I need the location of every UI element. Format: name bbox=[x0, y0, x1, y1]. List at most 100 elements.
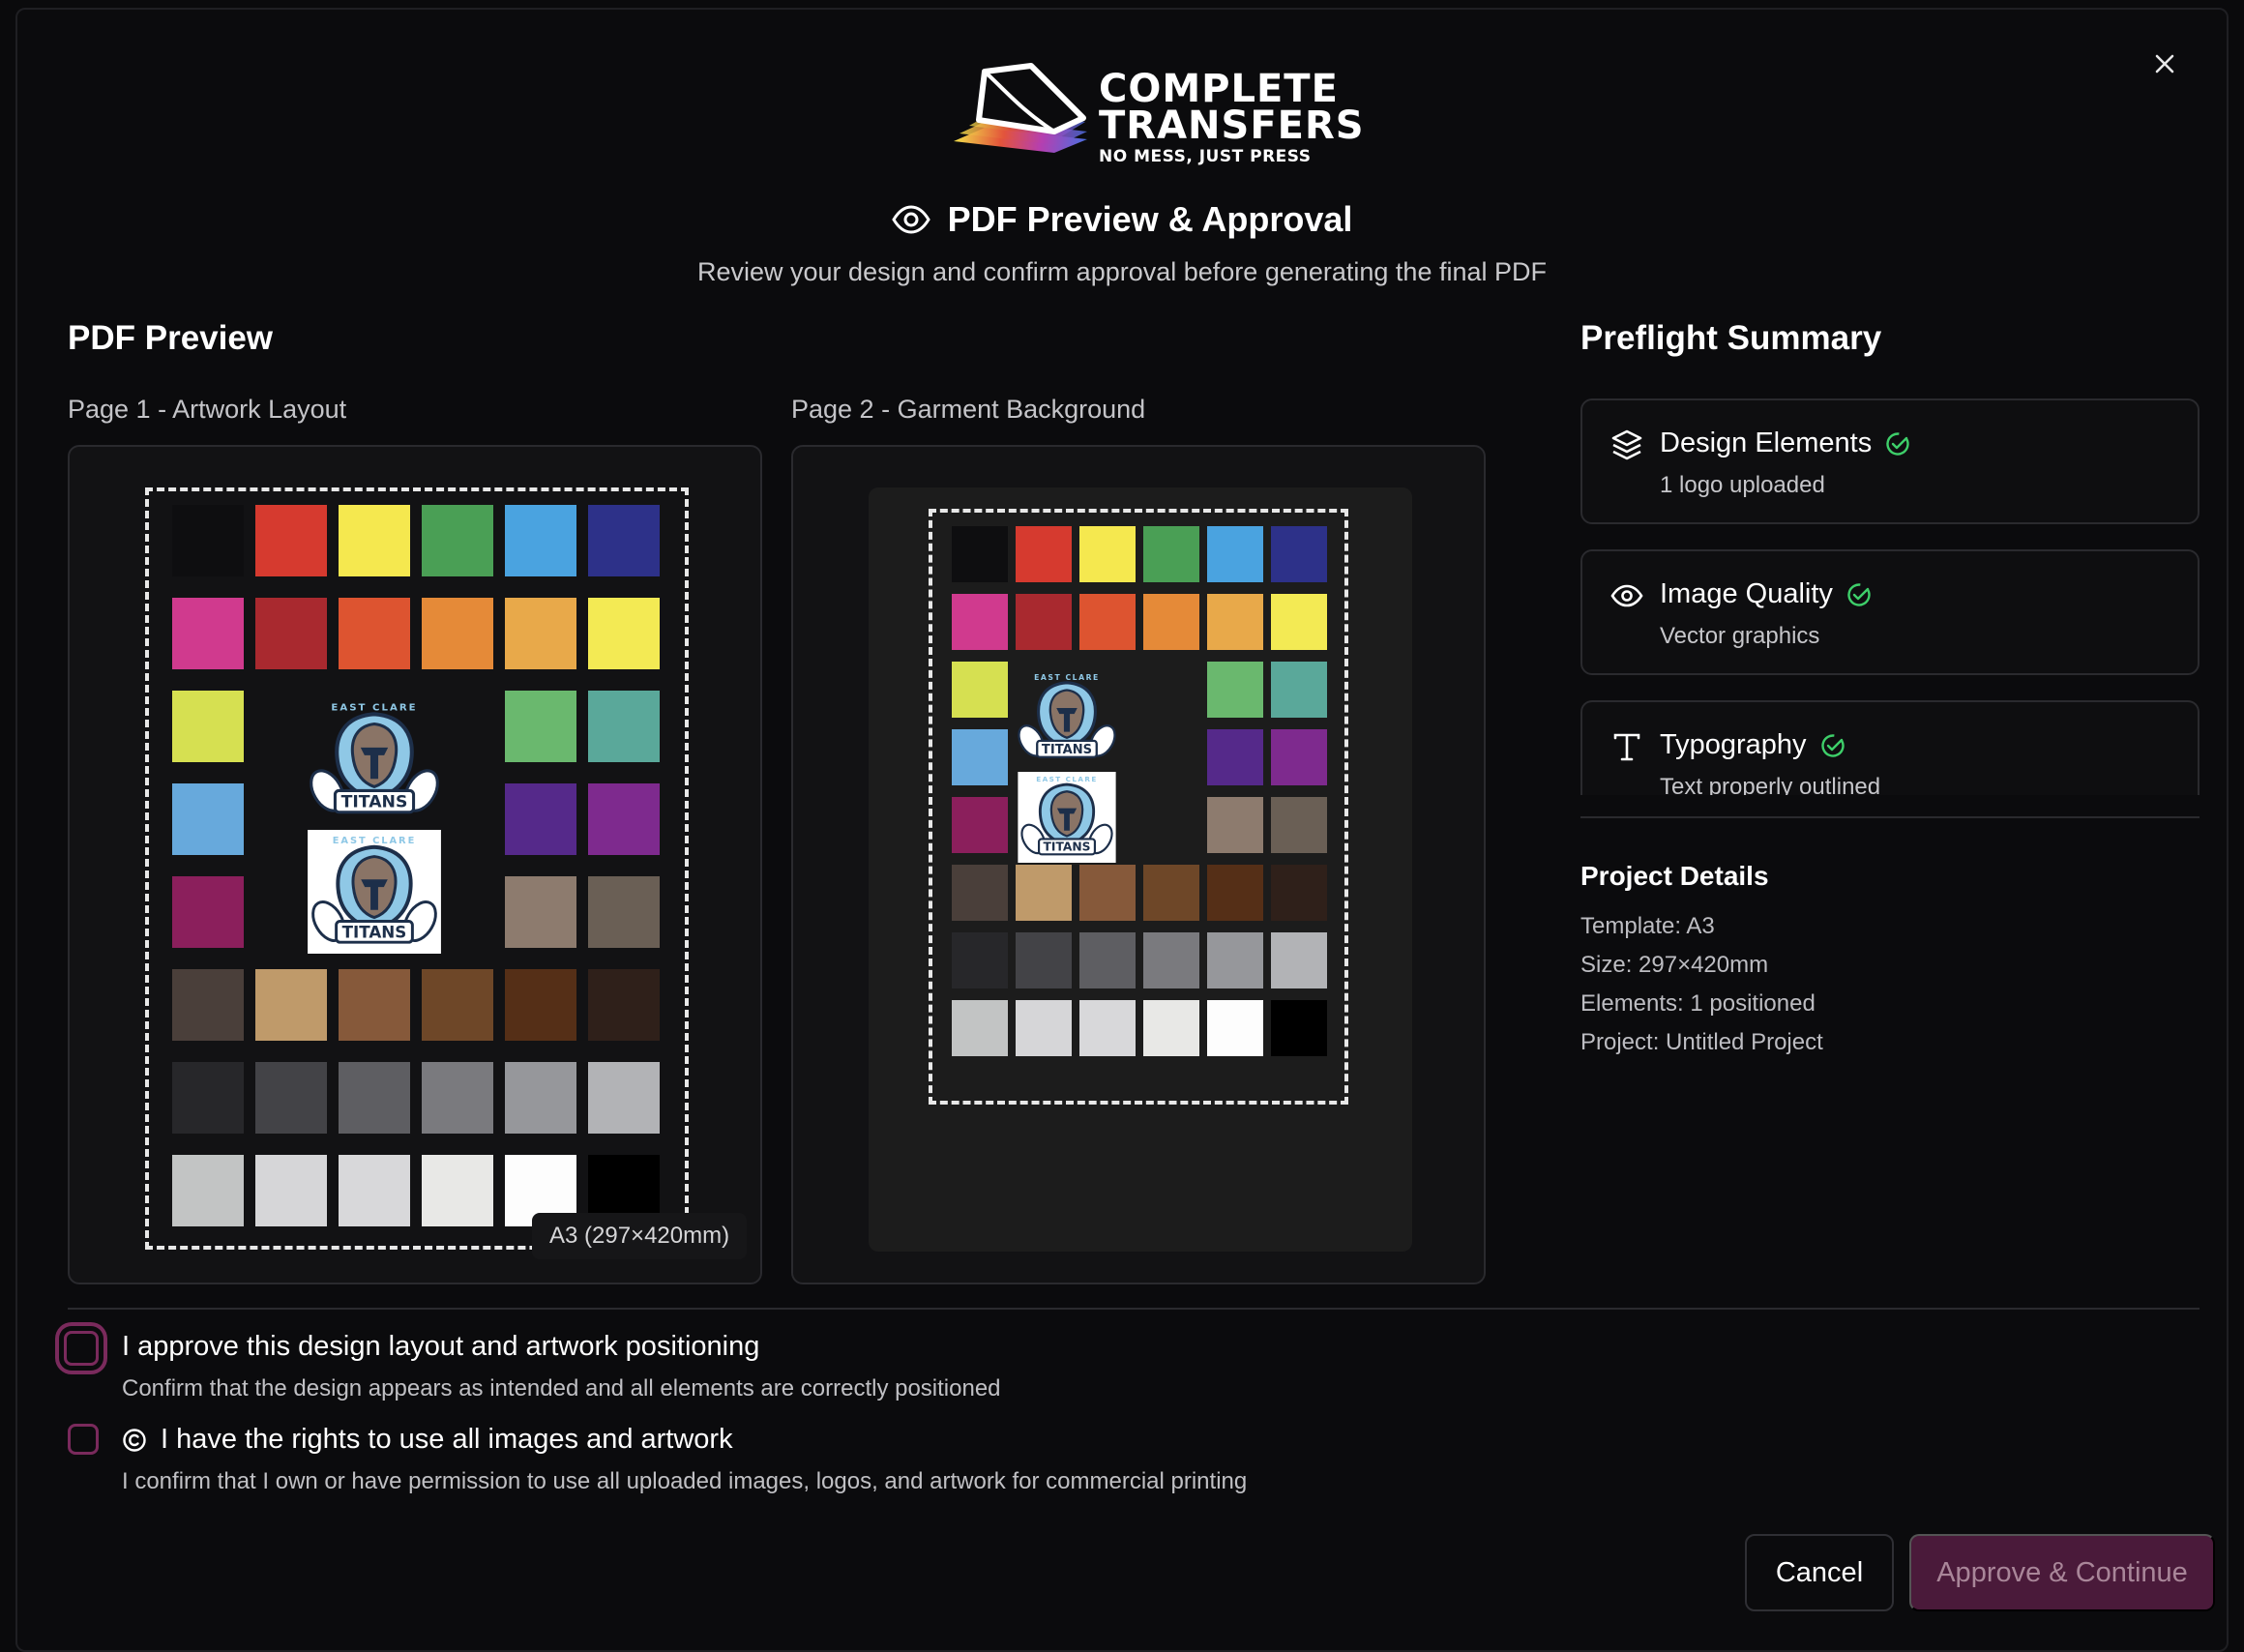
color-swatch bbox=[422, 969, 493, 1041]
type-icon bbox=[1613, 733, 1640, 761]
svg-text:EAST CLARE: EAST CLARE bbox=[333, 836, 417, 846]
rights-label[interactable]: I have the rights to use all images and … bbox=[122, 1424, 733, 1456]
color-swatch bbox=[339, 598, 410, 669]
color-swatch bbox=[505, 505, 576, 576]
color-swatch bbox=[952, 594, 1008, 650]
project-detail-project: Project: Untitled Project bbox=[1580, 1029, 1823, 1055]
preflight-item-sub: Text properly outlined bbox=[1660, 774, 1881, 795]
color-swatch bbox=[339, 1155, 410, 1226]
titans-logo-transparent: TITANS EAST CLARE bbox=[1014, 669, 1120, 771]
preflight-design-elements: Design Elements 1 logo uploaded bbox=[1580, 398, 2200, 524]
color-swatch bbox=[1143, 1000, 1199, 1056]
color-swatch bbox=[172, 876, 244, 948]
color-swatch bbox=[1207, 662, 1263, 718]
color-swatch bbox=[1079, 594, 1136, 650]
approve-layout-sub: Confirm that the design appears as inten… bbox=[122, 1375, 1001, 1401]
color-swatch bbox=[1079, 526, 1136, 582]
color-swatch bbox=[505, 783, 576, 855]
preflight-image-quality: Image Quality Vector graphics bbox=[1580, 549, 2200, 675]
color-swatch bbox=[172, 691, 244, 762]
color-swatch bbox=[172, 598, 244, 669]
color-swatch bbox=[1207, 729, 1263, 785]
approval-modal: COMPLETE TRANSFERS NO MESS, JUST PRESS P… bbox=[15, 8, 2229, 1652]
color-swatch bbox=[1016, 1000, 1072, 1056]
color-swatch bbox=[505, 691, 576, 762]
color-swatch bbox=[255, 1155, 327, 1226]
color-swatch bbox=[1207, 865, 1263, 921]
color-swatch bbox=[588, 1062, 660, 1134]
approve-layout-label[interactable]: I approve this design layout and artwork… bbox=[122, 1331, 759, 1363]
preflight-divider bbox=[1580, 816, 2200, 818]
color-swatch bbox=[1271, 526, 1327, 582]
page-2-preview: TITANS EAST CLARE TITANS EAST CLARE bbox=[791, 445, 1486, 1284]
color-swatch bbox=[1207, 594, 1263, 650]
pdf-preview-heading: PDF Preview bbox=[68, 319, 274, 357]
color-swatch bbox=[1016, 932, 1072, 988]
titans-logo-icon: TITANS EAST CLARE bbox=[1018, 772, 1116, 863]
preflight-typography: Typography Text properly outlined bbox=[1580, 700, 2200, 795]
approve-layout-checkbox[interactable] bbox=[64, 1331, 99, 1366]
brand-tagline: NO MESS, JUST PRESS bbox=[1099, 147, 1312, 166]
color-swatch bbox=[1207, 932, 1263, 988]
titans-logo-white: TITANS EAST CLARE bbox=[306, 830, 443, 959]
color-swatch bbox=[422, 1062, 493, 1134]
close-button[interactable] bbox=[2143, 43, 2186, 85]
modal-title: PDF Preview & Approval bbox=[947, 199, 1353, 239]
color-swatch bbox=[1271, 1000, 1327, 1056]
svg-text:EAST CLARE: EAST CLARE bbox=[331, 702, 417, 713]
svg-text:TITANS: TITANS bbox=[1044, 841, 1091, 854]
color-swatch bbox=[1271, 865, 1327, 921]
color-swatch bbox=[952, 797, 1008, 853]
approve-layout-text: I approve this design layout and artwork… bbox=[122, 1331, 760, 1362]
color-swatch bbox=[422, 505, 493, 576]
color-swatch bbox=[588, 598, 660, 669]
color-swatch bbox=[1271, 662, 1327, 718]
svg-text:TITANS: TITANS bbox=[342, 922, 407, 941]
color-swatch bbox=[255, 969, 327, 1041]
preflight-heading: Preflight Summary bbox=[1580, 319, 1882, 357]
svg-text:EAST CLARE: EAST CLARE bbox=[1036, 775, 1098, 783]
color-swatch bbox=[172, 1155, 244, 1226]
svg-text:TITANS: TITANS bbox=[341, 793, 408, 812]
color-swatch bbox=[1271, 797, 1327, 853]
close-icon bbox=[2155, 54, 2174, 74]
project-details-heading: Project Details bbox=[1580, 861, 1769, 891]
titans-logo-white: TITANS EAST CLARE bbox=[1014, 772, 1120, 868]
brand-line-2: TRANSFERS bbox=[1099, 103, 1365, 148]
preflight-item-title-row: Typography bbox=[1660, 729, 1845, 761]
modal-subtitle: Review your design and confirm approval … bbox=[697, 257, 1547, 286]
color-swatch bbox=[1016, 865, 1072, 921]
svg-text:TITANS: TITANS bbox=[1042, 743, 1092, 757]
check-circle-icon bbox=[1886, 431, 1909, 456]
page-1-preview: TITANS EAST CLARE TITANS EAST CLARE bbox=[68, 445, 762, 1284]
color-swatch bbox=[588, 783, 660, 855]
page-2-label: Page 2 - Garment Background bbox=[791, 395, 1146, 424]
color-swatch bbox=[339, 505, 410, 576]
color-swatch bbox=[1207, 526, 1263, 582]
color-swatch bbox=[505, 969, 576, 1041]
color-swatch bbox=[1143, 865, 1199, 921]
color-swatch bbox=[1271, 594, 1327, 650]
titans-logo-icon: TITANS EAST CLARE bbox=[1018, 673, 1116, 758]
titans-logo-icon: TITANS EAST CLARE bbox=[310, 702, 439, 814]
titans-logo-icon: TITANS EAST CLARE bbox=[308, 830, 441, 954]
brand-line-1: COMPLETE bbox=[1099, 67, 1339, 111]
project-detail-elements: Elements: 1 positioned bbox=[1580, 990, 1816, 1017]
approval-divider bbox=[68, 1308, 2200, 1310]
color-swatch bbox=[1079, 932, 1136, 988]
color-swatch bbox=[1016, 526, 1072, 582]
eye-icon bbox=[891, 205, 930, 234]
color-swatch bbox=[1271, 729, 1327, 785]
color-swatch bbox=[952, 526, 1008, 582]
rights-sub: I confirm that I own or have permission … bbox=[122, 1468, 1248, 1494]
approve-continue-button[interactable]: Approve & Continue bbox=[1909, 1534, 2215, 1611]
color-swatch bbox=[588, 969, 660, 1041]
cancel-button[interactable]: Cancel bbox=[1745, 1534, 1894, 1611]
preflight-item-title-row: Design Elements bbox=[1660, 428, 1910, 459]
color-swatch bbox=[255, 1062, 327, 1134]
rights-checkbox[interactable] bbox=[68, 1424, 99, 1455]
preflight-item-title-row: Image Quality bbox=[1660, 578, 1872, 610]
project-detail-size: Size: 297×420mm bbox=[1580, 952, 1769, 978]
color-swatch bbox=[172, 969, 244, 1041]
layers-icon bbox=[1611, 429, 1642, 460]
